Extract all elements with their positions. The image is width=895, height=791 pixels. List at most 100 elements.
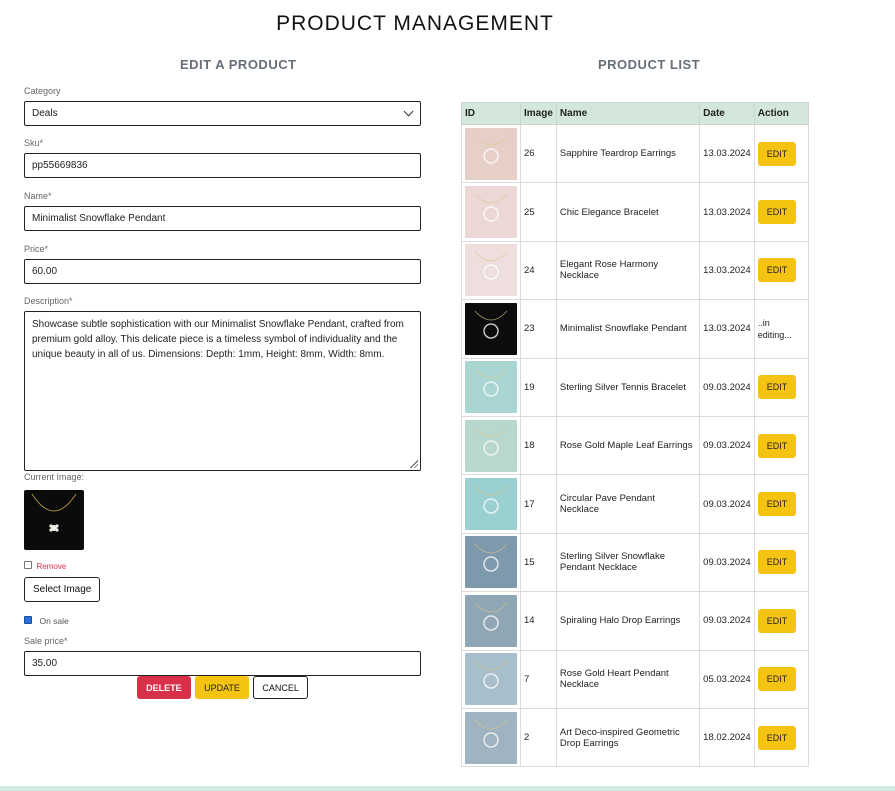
edit-button[interactable]: EDIT bbox=[757, 608, 797, 633]
delete-button[interactable]: DELETE bbox=[137, 676, 191, 699]
product-date: 05.03.2024 bbox=[699, 649, 755, 709]
image-background bbox=[465, 361, 517, 414]
product-image-cell bbox=[461, 182, 521, 242]
table-row: 15 Sterling Silver Snowflake Pendant Nec… bbox=[461, 532, 810, 593]
image-background bbox=[465, 536, 517, 589]
col-id: ID bbox=[461, 102, 521, 125]
product-date: 13.03.2024 bbox=[699, 123, 755, 184]
resize-handle-icon[interactable] bbox=[409, 459, 418, 468]
edit-button[interactable]: EDIT bbox=[757, 550, 797, 575]
product-date: 13.03.2024 bbox=[699, 299, 755, 359]
edit-button[interactable]: EDIT bbox=[757, 258, 797, 283]
price-label: Price* bbox=[24, 244, 49, 254]
table-row: 14 Spiraling Halo Drop Earrings 09.03.20… bbox=[461, 591, 810, 651]
description-textarea[interactable]: Showcase subtle sophistication with our … bbox=[24, 311, 421, 471]
product-id: 24 bbox=[520, 240, 557, 301]
image-background bbox=[465, 419, 517, 472]
product-name: Spiraling Halo Drop Earrings bbox=[555, 591, 701, 651]
table-row: 7 Rose Gold Heart Pendant Necklace 05.03… bbox=[461, 649, 810, 709]
table-row: 17 Circular Pave Pendant Necklace 09.03.… bbox=[461, 474, 810, 534]
cancel-button[interactable]: CANCEL bbox=[253, 676, 308, 699]
product-date: 09.03.2024 bbox=[699, 532, 755, 593]
page-title: PRODUCT MANAGEMENT bbox=[276, 12, 554, 35]
table-row: 23 Minimalist Snowflake Pendant 13.03.20… bbox=[461, 299, 810, 359]
product-date: 09.03.2024 bbox=[699, 474, 755, 534]
select-image-button[interactable]: Select Image bbox=[24, 577, 101, 602]
edit-button[interactable]: EDIT bbox=[757, 141, 797, 166]
heart-pendant-icon bbox=[465, 653, 517, 706]
remove-row: Remove bbox=[24, 556, 421, 571]
tennis-bracelet-icon bbox=[465, 361, 517, 414]
product-action: EDIT bbox=[753, 591, 810, 651]
product-id: 23 bbox=[520, 299, 557, 359]
category-select[interactable]: Deals bbox=[24, 101, 421, 126]
deco-earrings-icon bbox=[465, 711, 517, 764]
product-action: EDIT bbox=[753, 532, 810, 593]
product-id: 18 bbox=[520, 415, 557, 476]
product-id: 19 bbox=[520, 357, 557, 417]
remove-checkbox[interactable] bbox=[24, 560, 32, 569]
edit-button[interactable]: EDIT bbox=[757, 200, 797, 225]
product-image-cell bbox=[461, 240, 521, 301]
product-name: Elegant Rose Harmony Necklace bbox=[555, 240, 701, 301]
image-background bbox=[465, 127, 517, 180]
product-image-cell bbox=[461, 357, 521, 417]
product-image-cell bbox=[461, 123, 521, 184]
current-image-label: Current Image: bbox=[24, 472, 85, 482]
halo-earrings-icon bbox=[465, 594, 517, 647]
product-name: Sterling Silver Tennis Bracelet bbox=[555, 357, 701, 417]
product-action: EDIT bbox=[753, 707, 810, 768]
sale-price-input[interactable]: 35.00 bbox=[24, 651, 421, 676]
product-date: 09.03.2024 bbox=[699, 591, 755, 651]
snowflake-pendant-icon bbox=[465, 302, 517, 355]
product-action: EDIT bbox=[753, 415, 810, 476]
update-button[interactable]: UPDATE bbox=[195, 676, 249, 699]
product-action: EDIT bbox=[753, 240, 810, 301]
product-id: 14 bbox=[520, 591, 557, 651]
product-id: 2 bbox=[520, 707, 557, 768]
chevron-down-icon bbox=[403, 106, 414, 117]
product-action: EDIT bbox=[753, 357, 810, 417]
product-date: 09.03.2024 bbox=[699, 415, 755, 476]
edit-button[interactable]: EDIT bbox=[757, 725, 797, 750]
product-id: 25 bbox=[520, 182, 557, 242]
image-background bbox=[465, 711, 517, 764]
sale-price-label: Sale price* bbox=[24, 636, 68, 646]
table-row: 2 Art Deco-inspired Geometric Drop Earri… bbox=[461, 707, 810, 768]
pave-pendant-icon bbox=[465, 478, 517, 531]
form-actions: DELETE UPDATE CANCEL bbox=[24, 676, 421, 699]
edit-section-title: EDIT A PRODUCT bbox=[180, 57, 297, 72]
table-row: 26 Sapphire Teardrop Earrings 13.03.2024… bbox=[461, 123, 810, 184]
product-date: 18.02.2024 bbox=[699, 707, 755, 768]
edit-button[interactable]: EDIT bbox=[757, 375, 797, 400]
product-action: EDIT bbox=[753, 474, 810, 534]
product-name: Rose Gold Heart Pendant Necklace bbox=[555, 649, 701, 709]
category-value: Deals bbox=[32, 108, 58, 119]
edit-button[interactable]: EDIT bbox=[757, 433, 797, 458]
list-section-title: PRODUCT LIST bbox=[598, 57, 701, 72]
footer-bar bbox=[0, 786, 895, 791]
description-label: Description* bbox=[24, 296, 73, 306]
table-header-row: ID Image Name Date Action bbox=[461, 102, 810, 125]
image-background bbox=[465, 478, 517, 531]
leaf-earrings-icon bbox=[465, 419, 517, 472]
on-sale-checkbox[interactable] bbox=[24, 615, 32, 624]
image-background bbox=[465, 244, 517, 297]
price-input[interactable]: 60.00 bbox=[24, 259, 421, 284]
edit-button[interactable]: EDIT bbox=[757, 667, 797, 692]
necklace-pink-icon bbox=[465, 244, 517, 297]
editing-status: ..in editing... bbox=[757, 317, 792, 340]
product-image-cell bbox=[461, 649, 521, 709]
col-name: Name bbox=[555, 102, 701, 125]
name-input[interactable]: Minimalist Snowflake Pendant bbox=[24, 206, 421, 231]
sku-label: Sku* bbox=[24, 138, 44, 148]
earrings-blue-icon bbox=[465, 127, 517, 180]
table-row: 24 Elegant Rose Harmony Necklace 13.03.2… bbox=[461, 240, 810, 301]
sku-input[interactable]: pp55669836 bbox=[24, 153, 421, 178]
edit-button[interactable]: EDIT bbox=[757, 492, 797, 517]
on-sale-row: On sale bbox=[24, 611, 421, 626]
product-id: 15 bbox=[520, 532, 557, 593]
product-action: EDIT bbox=[753, 649, 810, 709]
product-action: ..in editing... bbox=[753, 299, 810, 359]
table-row: 19 Sterling Silver Tennis Bracelet 09.03… bbox=[461, 357, 810, 417]
